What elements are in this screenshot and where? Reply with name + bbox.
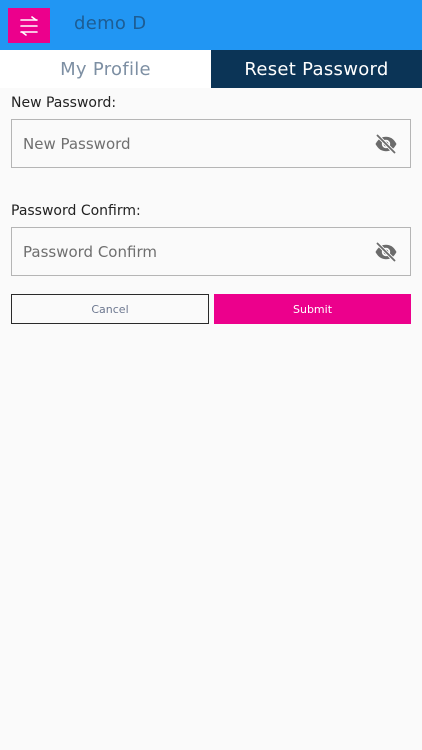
app-root: demo D My Profile Reset Password New Pas… <box>0 0 422 750</box>
submit-button[interactable]: Submit <box>214 294 411 324</box>
eye-off-icon <box>375 133 397 155</box>
new-password-input[interactable] <box>12 120 362 167</box>
tab-reset-password[interactable]: Reset Password <box>211 50 422 88</box>
menu-icon <box>20 16 38 36</box>
header-title: demo D <box>74 13 147 34</box>
password-confirm-input[interactable] <box>12 228 362 275</box>
password-confirm-label: Password Confirm: <box>11 203 141 219</box>
menu-button[interactable] <box>8 8 50 43</box>
password-confirm-visibility-toggle[interactable] <box>374 241 398 263</box>
new-password-field <box>11 119 411 168</box>
tab-my-profile[interactable]: My Profile <box>0 50 211 88</box>
new-password-visibility-toggle[interactable] <box>374 133 398 155</box>
eye-off-icon <box>375 241 397 263</box>
cancel-button[interactable]: Cancel <box>11 294 209 324</box>
profile-tabs: My Profile Reset Password <box>0 50 422 88</box>
app-header: demo D <box>0 0 422 50</box>
password-confirm-field <box>11 227 411 276</box>
new-password-label: New Password: <box>11 95 117 111</box>
